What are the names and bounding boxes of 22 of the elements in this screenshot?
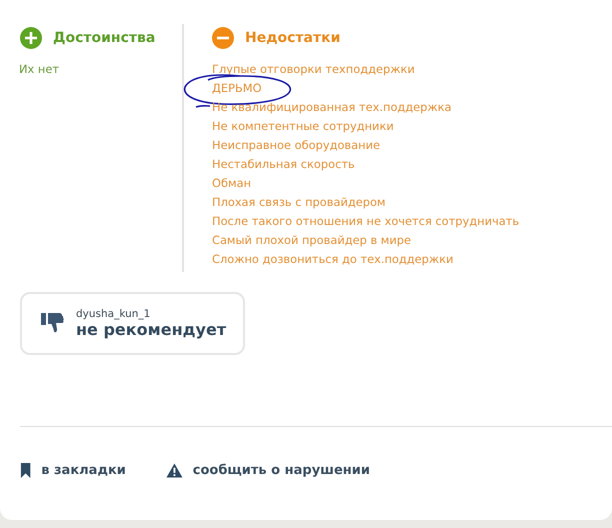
bookmark-link[interactable]: в закладки (20, 463, 126, 478)
verdict-label: не рекомендует (76, 320, 226, 339)
cons-item[interactable]: Нестабильная скорость (212, 155, 355, 174)
cons-item[interactable]: Сложно дозвониться до тех.поддержки (212, 250, 454, 269)
minus-icon (212, 27, 234, 49)
cons-heading: Недостатки (245, 30, 340, 46)
cons-item[interactable]: Неисправное оборудование (212, 136, 380, 155)
cons-item[interactable]: Плохая связь с провайдером (212, 193, 386, 212)
bookmark-icon (20, 463, 32, 478)
cons-item[interactable]: Глупые отговорки техподдержки (212, 60, 415, 79)
warning-icon (166, 463, 183, 478)
plus-icon (20, 27, 42, 49)
pros-item: Их нет (19, 61, 59, 78)
cons-item[interactable]: Не квалифицированная тех.поддержка (212, 98, 452, 117)
pros-heading: Достоинства (53, 30, 156, 46)
report-link[interactable]: сообщить о нарушении (166, 463, 370, 478)
cons-item[interactable]: После такого отношения не хочется сотрудничать (212, 212, 520, 231)
cons-item[interactable]: Не компетентные сотрудники (212, 117, 394, 136)
cons-item[interactable]: ДЕРЬМО (212, 79, 262, 98)
cons-item[interactable]: Самый плохой провайдер в мире (212, 231, 412, 250)
username: dyusha_kun_1 (76, 308, 152, 320)
cons-item[interactable]: Обман (212, 174, 252, 193)
